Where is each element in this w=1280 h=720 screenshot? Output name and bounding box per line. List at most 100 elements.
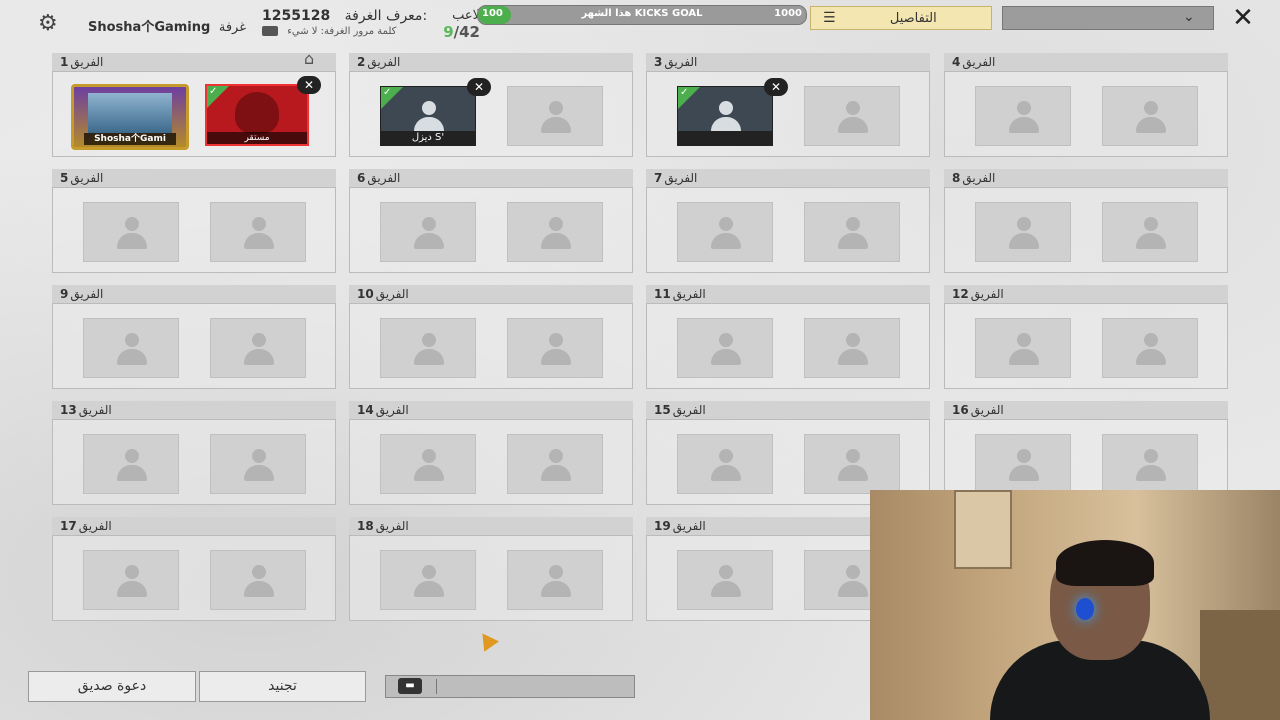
- team-box: [646, 187, 930, 273]
- silhouette-head: [846, 101, 860, 115]
- silhouette-body: [541, 233, 571, 249]
- player-slot-empty[interactable]: [83, 434, 179, 494]
- player-slot-empty[interactable]: [83, 550, 179, 610]
- team-label: 6 الفريق: [357, 171, 400, 185]
- kick-player-close-icon[interactable]: ✕: [764, 78, 788, 96]
- team-card: 17 الفريق: [52, 517, 336, 621]
- team-word: الفريق: [70, 171, 104, 185]
- player-silhouette-icon: [244, 565, 274, 597]
- silhouette-head: [422, 333, 436, 347]
- player-slot-empty[interactable]: [975, 202, 1071, 262]
- player-slot-filled[interactable]: ✓: [677, 86, 773, 146]
- player-slot-empty[interactable]: [1102, 202, 1198, 262]
- silhouette-head: [549, 333, 563, 347]
- player-silhouette-icon: [1009, 217, 1039, 249]
- silhouette-head: [719, 565, 733, 579]
- kick-player-close-icon[interactable]: ✕: [467, 78, 491, 96]
- silhouette-body: [244, 349, 274, 365]
- team-label: 18 الفريق: [357, 519, 409, 533]
- player-slot-empty[interactable]: [210, 318, 306, 378]
- team-number: 8: [952, 171, 961, 185]
- player-slot-empty[interactable]: [507, 550, 603, 610]
- silhouette-head: [846, 565, 860, 579]
- silhouette-body: [1136, 349, 1166, 365]
- silhouette-body: [414, 581, 444, 597]
- silhouette-head: [422, 101, 436, 115]
- silhouette-body: [541, 581, 571, 597]
- player-slot-empty[interactable]: [804, 86, 900, 146]
- silhouette-body: [117, 233, 147, 249]
- silhouette-body: [244, 581, 274, 597]
- invite-friend-button[interactable]: دعوة صديق: [28, 671, 196, 702]
- team-word: الفريق: [367, 55, 401, 69]
- player-silhouette-icon: [1136, 333, 1166, 365]
- player-silhouette-icon: [838, 101, 868, 133]
- chat-input[interactable]: ▬: [385, 675, 635, 698]
- player-silhouette-icon: [838, 449, 868, 481]
- player-slot-empty[interactable]: [83, 202, 179, 262]
- player-slot-empty[interactable]: [804, 434, 900, 494]
- player-slot-empty[interactable]: [507, 434, 603, 494]
- player-slot-empty[interactable]: [507, 318, 603, 378]
- silhouette-body: [414, 349, 444, 365]
- team-number: 14: [357, 403, 374, 417]
- player-avatar[interactable]: Shosha个Gami: [71, 84, 189, 150]
- chat-icon[interactable]: ▬: [398, 678, 422, 694]
- team-label: 5 الفريق: [60, 171, 103, 185]
- recruit-button[interactable]: تجنيد: [199, 671, 366, 702]
- player-slot-empty[interactable]: [507, 86, 603, 146]
- player-slot-empty[interactable]: [1102, 434, 1198, 494]
- team-number: 9: [60, 287, 69, 301]
- silhouette-head: [252, 565, 266, 579]
- player-avatar[interactable]: ✓ مستقر: [205, 84, 309, 146]
- player-slot-empty[interactable]: [1102, 318, 1198, 378]
- team-card: 13 الفريق: [52, 401, 336, 505]
- player-silhouette-icon: [541, 101, 571, 133]
- player-slot-empty[interactable]: [380, 550, 476, 610]
- headset-light-icon: [1076, 598, 1094, 620]
- player-slot-empty[interactable]: [975, 434, 1071, 494]
- silhouette-body: [711, 233, 741, 249]
- player-slot-empty[interactable]: [380, 318, 476, 378]
- team-word: الفريق: [70, 55, 104, 69]
- silhouette-body: [1009, 349, 1039, 365]
- player-slot-empty[interactable]: [1102, 86, 1198, 146]
- team-number: 16: [952, 403, 969, 417]
- team-box: [944, 71, 1228, 157]
- player-slot-empty[interactable]: [380, 202, 476, 262]
- player-silhouette-icon: [541, 565, 571, 597]
- player-slot-empty[interactable]: [380, 434, 476, 494]
- team-number: 10: [357, 287, 374, 301]
- silhouette-body: [117, 581, 147, 597]
- silhouette-body: [117, 465, 147, 481]
- player-slot-empty[interactable]: [677, 202, 773, 262]
- player-slot-empty[interactable]: [507, 202, 603, 262]
- player-slot-empty[interactable]: [804, 318, 900, 378]
- team-number: 2: [357, 55, 366, 69]
- silhouette-body: [1009, 117, 1039, 133]
- player-slot-empty[interactable]: [975, 86, 1071, 146]
- team-box: [349, 303, 633, 389]
- player-slot-empty[interactable]: [210, 202, 306, 262]
- player-slot-filled[interactable]: ✓ ديزل S': [380, 86, 476, 146]
- player-silhouette-icon: [711, 217, 741, 249]
- team-tab: 11 الفريق: [646, 285, 930, 303]
- player-slot-empty[interactable]: [677, 318, 773, 378]
- team-card: 14 الفريق: [349, 401, 633, 505]
- team-number: 15: [654, 403, 671, 417]
- team-word: الفريق: [367, 171, 401, 185]
- kick-player-close-icon[interactable]: ✕: [297, 76, 321, 94]
- team-tab: 7 الفريق: [646, 169, 930, 187]
- silhouette-head: [125, 449, 139, 463]
- player-slot-empty[interactable]: [975, 318, 1071, 378]
- player-slot-empty[interactable]: [677, 550, 773, 610]
- team-tab: 9 الفريق: [52, 285, 336, 303]
- team-label: 12 الفريق: [952, 287, 1004, 301]
- chat-divider: [436, 679, 437, 694]
- player-slot-empty[interactable]: [83, 318, 179, 378]
- player-slot-empty[interactable]: [210, 550, 306, 610]
- player-slot-empty[interactable]: [677, 434, 773, 494]
- player-slot-empty[interactable]: [210, 434, 306, 494]
- team-label: 3 الفريق: [654, 55, 697, 69]
- player-slot-empty[interactable]: [804, 202, 900, 262]
